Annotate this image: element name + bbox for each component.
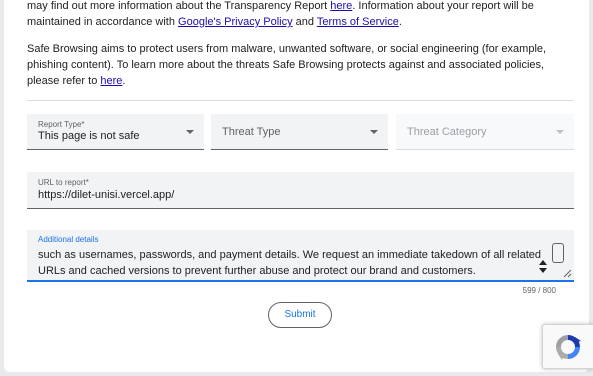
url-to-report-field[interactable]: URL to report* https://dilet-unisi.verce… [27,172,574,209]
url-field-value[interactable]: https://dilet-unisi.vercel.app/ [38,189,174,201]
section-divider [27,100,574,101]
paragraph-text: may find out more information about the … [27,0,331,12]
dropdown-caret-icon [370,130,378,134]
report-type-select[interactable]: Report Type* This page is not safe [27,114,204,150]
threat-category-select: Threat Category [396,114,574,150]
dropdown-caret-icon [186,130,194,134]
recaptcha-logo-icon [556,335,581,360]
info-paragraph-transparency: may find out more information about the … [27,0,577,30]
additional-details-textarea[interactable]: Additional details such as usernames, pa… [27,230,574,282]
threat-type-select[interactable]: Threat Type [211,114,388,150]
report-form-card: may find out more information about the … [4,0,589,372]
paragraph-text: and [292,16,317,28]
privacy-policy-link[interactable]: Google's Privacy Policy [178,16,293,28]
terms-of-service-link[interactable]: Terms of Service [317,16,399,28]
submit-button[interactable]: Submit [268,302,332,328]
character-counter: 599 / 800 [522,286,556,295]
dropdown-caret-icon [556,130,564,134]
report-type-value: This page is not safe [38,130,140,142]
threat-type-placeholder: Threat Type [222,126,281,138]
url-field-label: URL to report* [38,178,89,187]
resize-handle-icon[interactable] [562,268,572,278]
additional-details-label: Additional details [38,235,99,244]
additional-details-value[interactable]: such as usernames, passwords, and paymen… [38,247,548,279]
report-type-label: Report Type* [38,120,85,129]
info-paragraph-safe-browsing: Safe Browsing aims to protect users from… [27,41,577,89]
paragraph-text: . [398,16,402,28]
paragraph-text: . [122,75,126,87]
spinner-icon[interactable] [539,243,564,273]
recaptcha-badge[interactable] [542,324,593,369]
transparency-report-link[interactable]: here [330,0,352,12]
safe-browsing-policies-link[interactable]: here [100,75,122,87]
threat-category-placeholder: Threat Category [407,126,487,138]
